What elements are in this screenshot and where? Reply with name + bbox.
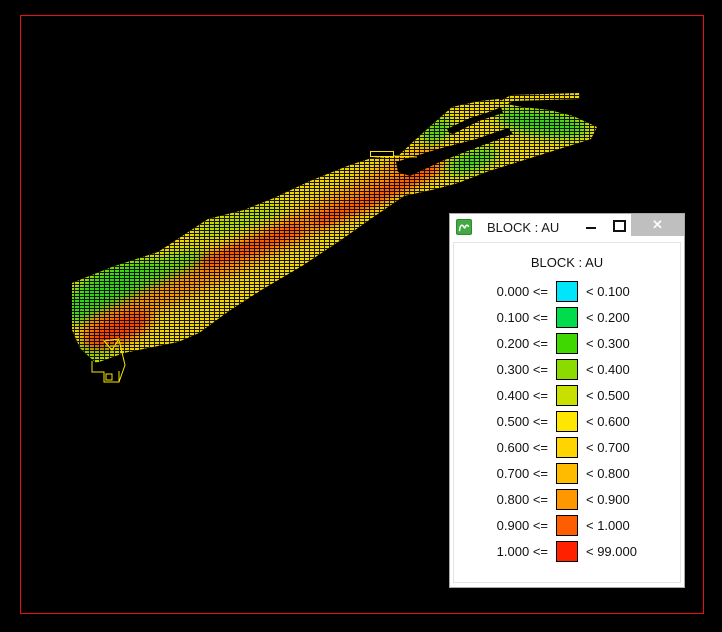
range-max-label: < 0.500 <box>586 387 630 403</box>
legend-content: BLOCK : AU 0.000 <= < 0.100 0.100 <= < 0… <box>453 242 681 583</box>
color-swatch <box>556 436 578 458</box>
legend-row: 0.300 <= < 0.400 <box>454 356 680 382</box>
range-max-label: < 0.400 <box>586 361 630 377</box>
color-swatch <box>556 280 578 302</box>
color-swatch <box>556 332 578 354</box>
minimize-icon <box>586 227 596 229</box>
range-max-label: < 0.700 <box>586 439 630 455</box>
legend-row: 0.100 <= < 0.200 <box>454 304 680 330</box>
viewport-canvas[interactable]: BLOCK : AU ✕ BLOCK : AU 0.000 <= < 0.100… <box>0 0 722 632</box>
legend-row: 0.500 <= < 0.600 <box>454 408 680 434</box>
close-button[interactable]: ✕ <box>631 214 684 236</box>
range-min-label: 0.000 <= <box>496 283 548 299</box>
color-swatch <box>556 540 578 562</box>
legend-window: BLOCK : AU ✕ BLOCK : AU 0.000 <= < 0.100… <box>449 213 685 588</box>
legend-row: 0.200 <= < 0.300 <box>454 330 680 356</box>
range-min-label: 0.200 <= <box>496 335 548 351</box>
micromine-logo-icon <box>456 219 472 235</box>
color-swatch <box>556 410 578 432</box>
range-min-label: 0.700 <= <box>496 465 548 481</box>
range-max-label: < 0.800 <box>586 465 630 481</box>
range-max-label: < 0.600 <box>586 413 630 429</box>
range-max-label: < 0.900 <box>586 491 630 507</box>
legend-rows: 0.000 <= < 0.100 0.100 <= < 0.200 0.200 … <box>454 278 680 564</box>
legend-row: 0.600 <= < 0.700 <box>454 434 680 460</box>
range-min-label: 0.900 <= <box>496 517 548 533</box>
color-swatch <box>556 462 578 484</box>
range-min-label: 0.400 <= <box>496 387 548 403</box>
range-min-label: 0.100 <= <box>496 309 548 325</box>
range-min-label: 1.000 <= <box>496 543 548 559</box>
color-swatch <box>556 306 578 328</box>
maximize-button[interactable] <box>606 214 632 236</box>
range-max-label: < 1.000 <box>586 517 630 533</box>
legend-row: 0.900 <= < 1.000 <box>454 512 680 538</box>
range-min-label: 0.300 <= <box>496 361 548 377</box>
range-min-label: 0.600 <= <box>496 439 548 455</box>
window-titlebar[interactable]: BLOCK : AU ✕ <box>450 214 684 242</box>
color-swatch <box>556 488 578 510</box>
close-icon: ✕ <box>652 217 663 232</box>
color-swatch <box>556 514 578 536</box>
legend-heading: BLOCK : AU <box>530 255 604 270</box>
window-title: BLOCK : AU <box>487 220 560 235</box>
legend-row: 0.700 <= < 0.800 <box>454 460 680 486</box>
range-max-label: < 0.100 <box>586 283 630 299</box>
maximize-icon <box>612 220 626 232</box>
minimize-button[interactable] <box>578 214 604 236</box>
range-max-label: < 0.200 <box>586 309 630 325</box>
legend-row: 0.400 <= < 0.500 <box>454 382 680 408</box>
range-min-label: 0.800 <= <box>496 491 548 507</box>
legend-row: 1.000 <= < 99.000 <box>454 538 680 564</box>
range-min-label: 0.500 <= <box>496 413 548 429</box>
legend-row: 0.800 <= < 0.900 <box>454 486 680 512</box>
range-max-label: < 99.000 <box>586 543 637 559</box>
color-swatch <box>556 358 578 380</box>
color-swatch <box>556 384 578 406</box>
range-max-label: < 0.300 <box>586 335 630 351</box>
legend-row: 0.000 <= < 0.100 <box>454 278 680 304</box>
